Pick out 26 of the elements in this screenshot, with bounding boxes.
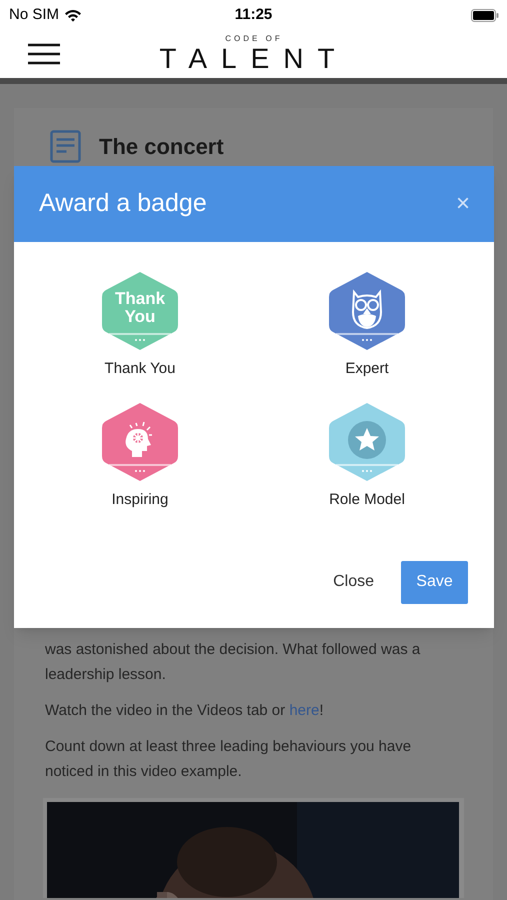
here-link[interactable]: here <box>289 702 320 719</box>
clock-text: 11:25 <box>234 4 272 25</box>
article-title: The concert <box>99 133 224 161</box>
menu-icon[interactable] <box>28 43 60 65</box>
modal-title: Award a badge <box>39 188 207 220</box>
badge-text: Thank You <box>114 290 166 326</box>
paragraph-text: Watch the video in the Videos tab or here! <box>45 701 325 721</box>
logo-text: TALENT <box>159 44 349 74</box>
save-button[interactable]: Save <box>401 560 468 604</box>
paragraph-text: Count down at least three leading behaviours you have noticed in this video example. <box>45 737 412 782</box>
carrier-text: No SIM <box>9 4 60 25</box>
document-icon <box>50 130 81 163</box>
paragraph-text: was astonished about the decision. What followed was a leadership lesson. <box>45 640 422 685</box>
badge-label: Expert <box>345 359 389 379</box>
wifi-icon <box>64 8 82 22</box>
close-button[interactable]: × <box>456 192 470 216</box>
logo-subtitle: CODE OF <box>225 34 283 44</box>
close-button[interactable]: Close <box>331 560 376 604</box>
badge-label: Inspiring <box>112 490 168 510</box>
badge-label: Thank You <box>104 359 176 379</box>
badge-icon[interactable] <box>100 400 180 482</box>
badge-icon[interactable] <box>327 400 407 482</box>
badge-icon[interactable] <box>100 270 180 352</box>
badge-label: Role Model <box>329 490 405 510</box>
battery-icon <box>471 8 499 22</box>
badge-icon[interactable] <box>327 270 407 352</box>
